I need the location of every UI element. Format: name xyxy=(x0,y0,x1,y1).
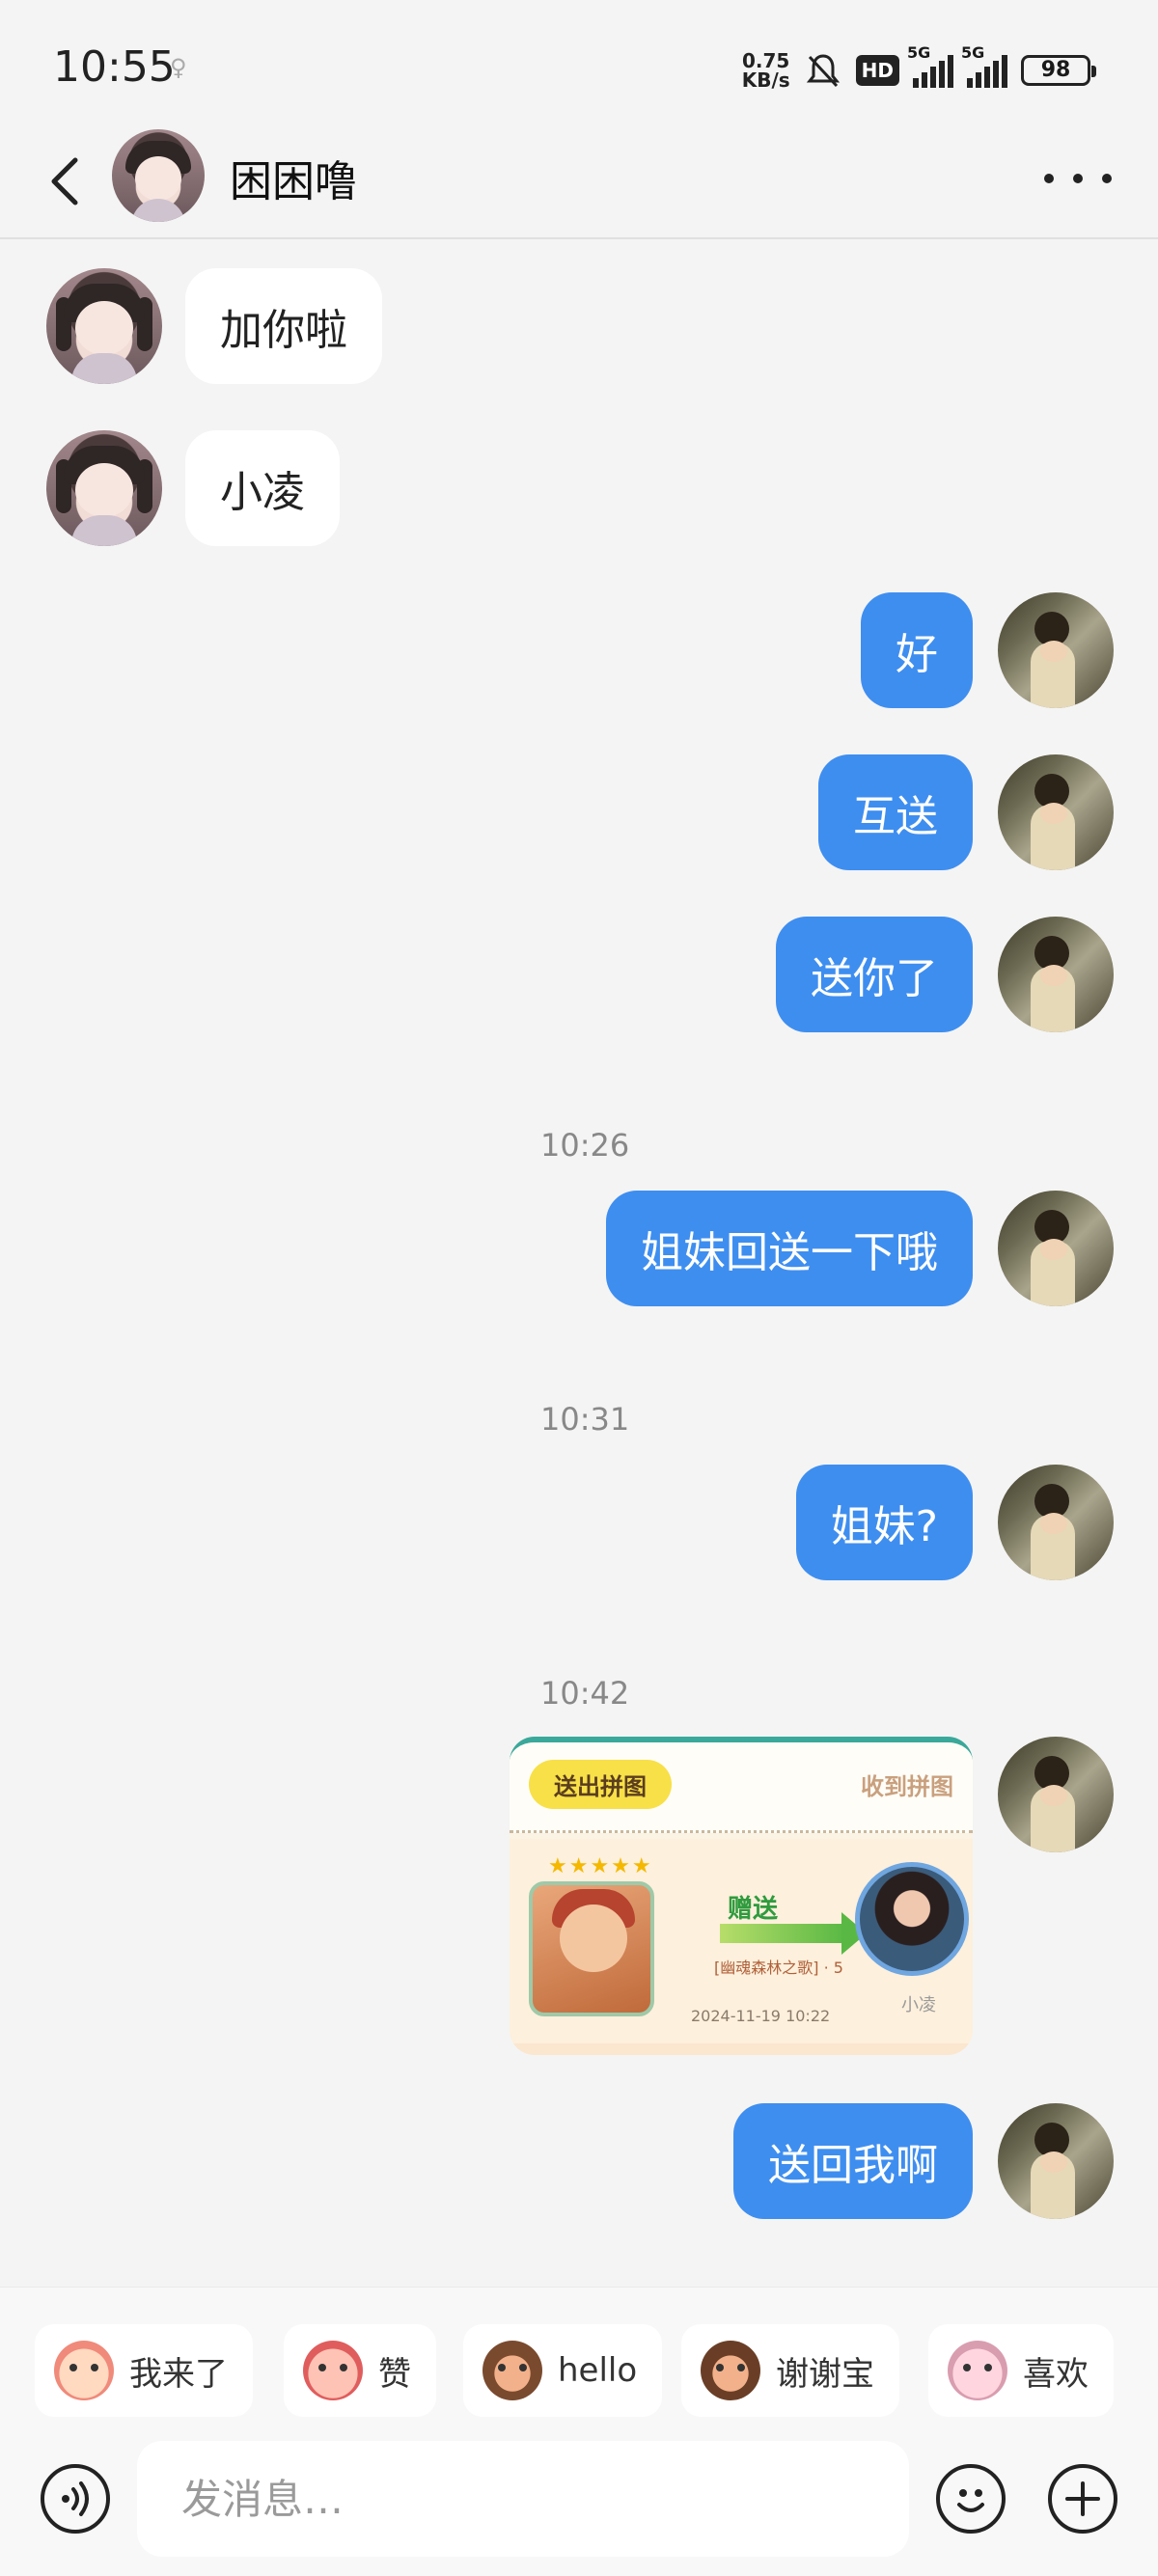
message-bubble-outgoing[interactable]: 送你了 xyxy=(776,917,973,1032)
message-bubble-outgoing[interactable]: 送回我啊 xyxy=(733,2103,973,2219)
message-bubble-outgoing[interactable]: 好 xyxy=(861,592,973,708)
puzzle-card-header: 送出拼图 收到拼图 xyxy=(510,1742,973,1833)
gift-label: 赠送 xyxy=(728,1895,779,1924)
back-button[interactable] xyxy=(42,147,91,214)
my-avatar[interactable] xyxy=(998,754,1114,870)
status-bar: 10:55 ♀ 0.75 KB/s HD 5G 5G 98 xyxy=(0,0,1158,125)
message-bubble-incoming[interactable]: 小凌 xyxy=(185,430,340,546)
message-input[interactable] xyxy=(137,2441,909,2557)
message-timestamp: 10:31 xyxy=(540,1401,630,1438)
puzzle-date: 2024-11-19 10:22 xyxy=(691,2007,831,2025)
chat-header: 困困噜 xyxy=(0,125,1158,239)
sticker-thumbs-icon xyxy=(303,2341,363,2400)
message-timestamp: 10:42 xyxy=(540,1675,630,1712)
recipient-name: 小凌 xyxy=(901,1995,936,2015)
status-time: 10:55 xyxy=(53,42,176,92)
voice-button[interactable] xyxy=(41,2464,110,2534)
my-avatar[interactable] xyxy=(998,1191,1114,1306)
sender-avatar[interactable] xyxy=(46,430,162,546)
bell-muted-icon xyxy=(806,54,840,88)
quick-reply-chip[interactable]: 谢谢宝 xyxy=(681,2324,899,2417)
recipient-avatar xyxy=(855,1862,969,1976)
my-avatar[interactable] xyxy=(998,1737,1114,1852)
quick-reply-chip[interactable]: 喜欢 xyxy=(928,2324,1114,2417)
message-bubble-incoming[interactable]: 加你啦 xyxy=(185,268,382,384)
puzzle-gift-card[interactable]: 送出拼图 收到拼图 ★★★★★ 赠送 [幽魂森林之歌] · 5 2024-11-… xyxy=(510,1737,973,2055)
message-bubble-outgoing[interactable]: 姐妹回送一下哦 xyxy=(606,1191,973,1306)
battery-icon: 98 xyxy=(1021,55,1096,86)
hd-badge: HD xyxy=(855,55,899,86)
notification-dot-icon: ♀ xyxy=(170,54,187,81)
sender-avatar[interactable] xyxy=(46,268,162,384)
signal-icon-sim2: 5G xyxy=(961,43,1007,88)
more-dots-icon xyxy=(1044,174,1054,183)
my-avatar[interactable] xyxy=(998,592,1114,708)
status-icons: 0.75 KB/s HD 5G 5G 98 xyxy=(741,43,1096,95)
composer xyxy=(0,2441,1158,2557)
emoji-button[interactable] xyxy=(936,2464,1006,2534)
my-avatar[interactable] xyxy=(998,917,1114,1032)
puzzle-name: [幽魂森林之歌] · 5 xyxy=(714,1959,843,1977)
my-avatar[interactable] xyxy=(998,2103,1114,2219)
message-timestamp: 10:26 xyxy=(540,1127,630,1164)
puzzle-piece-image xyxy=(529,1881,654,2016)
message-bubble-outgoing[interactable]: 姐妹? xyxy=(795,1465,973,1580)
sticker-thanks-icon xyxy=(701,2341,760,2400)
voice-icon xyxy=(62,2481,89,2516)
rating-stars: ★★★★★ xyxy=(548,1854,653,1878)
arrow-right-icon xyxy=(720,1912,867,1955)
message-bubble-outgoing[interactable]: 互送 xyxy=(818,754,973,870)
signal-icon-sim1: 5G xyxy=(907,43,953,88)
emoji-icon xyxy=(957,2489,984,2512)
puzzle-card-body: ★★★★★ 赠送 [幽魂森林之歌] · 5 2024-11-19 10:22 小… xyxy=(510,1839,973,2043)
sticker-wave-icon xyxy=(54,2341,114,2400)
send-puzzle-tag: 送出拼图 xyxy=(529,1760,672,1809)
contact-avatar[interactable] xyxy=(112,129,205,222)
chevron-left-icon xyxy=(51,157,78,206)
plus-icon xyxy=(1065,2481,1100,2516)
quick-reply-chip[interactable]: 赞 xyxy=(284,2324,436,2417)
quick-reply-chip[interactable]: hello xyxy=(463,2324,663,2417)
more-options-button[interactable] xyxy=(1044,154,1112,203)
sticker-love-icon xyxy=(948,2341,1007,2400)
more-actions-button[interactable] xyxy=(1048,2464,1117,2534)
my-avatar[interactable] xyxy=(998,1465,1114,1580)
network-speed: 0.75 KB/s xyxy=(741,49,790,92)
sticker-monkey-icon xyxy=(482,2341,542,2400)
quick-reply-chip[interactable]: 我来了 xyxy=(35,2324,253,2417)
receive-puzzle-tag: 收到拼图 xyxy=(861,1773,953,1800)
page-title: 困困噜 xyxy=(230,157,357,206)
